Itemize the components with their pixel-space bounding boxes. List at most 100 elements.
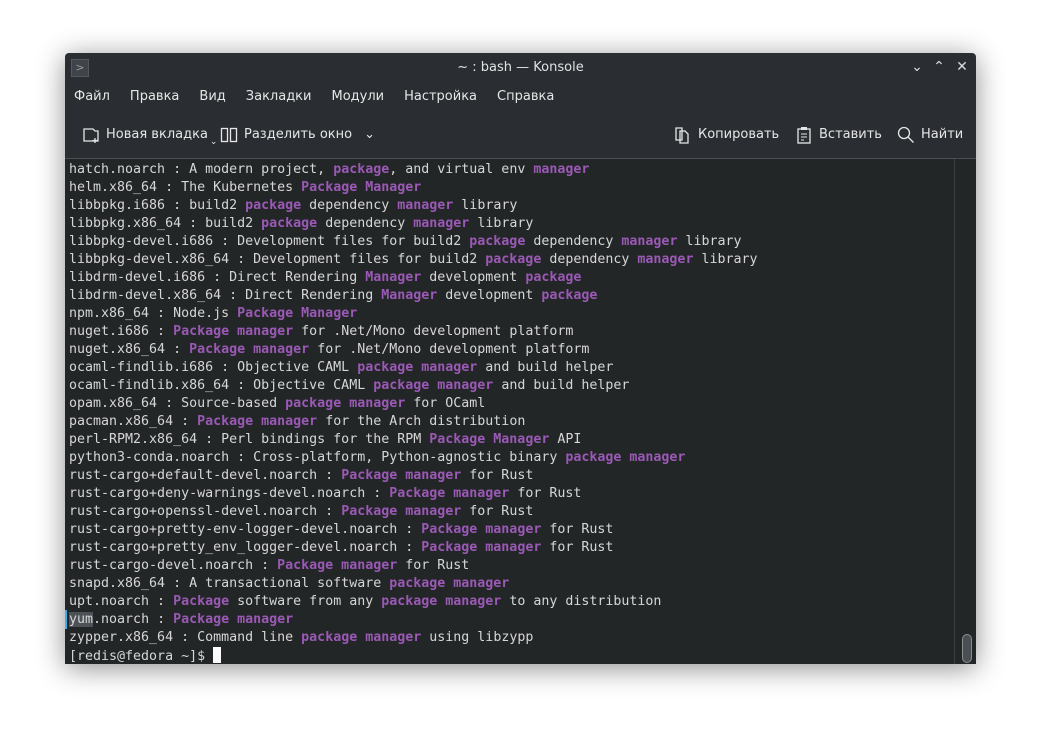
maximize-icon[interactable]: ⌃ [929,57,949,77]
search-match: Package manager [189,342,310,357]
output-text: for Rust [397,558,470,573]
terminal-line: rust-cargo+pretty_env_logger-devel.noarc… [69,539,758,557]
output-text: development [421,270,526,285]
split-view-button[interactable]: Разделить окно ⌄ [220,120,375,150]
paste-icon [797,127,811,144]
output-text: nuget.x86_64 : [69,342,190,357]
output-text: ocaml-findlib.i686 : Objective CAML [69,360,358,375]
copy-icon [675,127,689,144]
terminal-line: rust-cargo-devel.noarch : Package manage… [69,557,758,575]
output-text: software from any [229,594,382,609]
selected-text: yum [69,612,94,627]
prompt-line[interactable]: [redis@fedora ~]$ [69,647,758,664]
output-text: for Rust [509,486,582,501]
terminal-line: libbpkg.x86_64 : build2 package dependen… [69,215,758,233]
terminal-line: zypper.x86_64 : Command line package man… [69,629,758,647]
output-text: perl-RPM2.x86_64 : Perl bindings for the… [69,432,430,447]
paste-button[interactable]: Вставить [795,120,882,150]
search-match: Package manager [173,324,294,339]
search-match: package [541,288,598,303]
terminal-view[interactable]: hatch.noarch : A modern project, package… [65,158,976,664]
output-text: for the Arch distribution [317,414,526,429]
output-text: rust-cargo+openssl-devel.noarch : [69,504,342,519]
new-tab-dropdown-icon[interactable]: ⌄ [210,127,218,157]
split-view-icon [220,127,238,143]
find-button[interactable]: Найти [897,120,963,150]
output-text: libdrm-devel.i686 : Direct Rendering [69,270,366,285]
new-tab-icon [83,128,99,143]
search-match: manager [413,216,470,231]
output-text: for OCaml [405,396,486,411]
output-text: hatch.noarch : A modern project, [69,162,334,177]
scrollbar-thumb[interactable] [962,634,972,663]
search-match: Manager [365,270,422,285]
search-match: package [333,162,390,177]
output-text: zypper.x86_64 : Command line [69,630,302,645]
search-match: manager [533,162,590,177]
output-text: python3-conda.noarch : Cross-platform, P… [69,450,566,465]
output-text: opam.x86_64 : Source-based [69,396,286,411]
output-text: for Rust [541,522,614,537]
output-text: development [437,288,542,303]
output-text: dependency [301,198,398,213]
search-match: package manager [565,450,686,465]
output-text: npm.x86_64 : Node.js [69,306,238,321]
window-title: ~ : bash — Konsole [457,60,584,75]
output-text: library [469,216,534,231]
output-text: for Rust [541,540,614,555]
terminal-line: opam.x86_64 : Source-based package manag… [69,395,758,413]
output-text: .noarch : [93,612,174,627]
copy-button[interactable]: Копировать [674,120,779,150]
menu-edit[interactable]: Правка [120,82,189,112]
menu-bookmarks[interactable]: Закладки [236,82,322,112]
output-text: libbpkg.x86_64 : build2 [69,216,262,231]
output-text: and build helper [477,360,614,375]
minimize-icon[interactable]: ⌄ [907,57,927,77]
terminal-line: npm.x86_64 : Node.js Package Manager [69,305,758,323]
menu-file[interactable]: Файл [65,82,120,112]
output-text: helm.x86_64 : The Kubernetes [69,180,302,195]
search-match: manager [621,234,678,249]
terminal-line: libdrm-devel.x86_64 : Direct Rendering M… [69,287,758,305]
search-match: Package manager [341,504,462,519]
search-match: Package Manager [429,432,550,447]
menu-help[interactable]: Справка [487,82,564,112]
terminal-line: helm.x86_64 : The Kubernetes Package Man… [69,179,758,197]
konsole-window: > ~ : bash — Konsole ⌄ ⌃ ✕ Файл Правка В… [65,53,976,664]
split-dropdown-icon[interactable]: ⌄ [364,120,375,150]
new-tab-button[interactable]: Новая вкладка ⌄ [82,120,217,150]
terminal-line: upt.noarch : Package software from any p… [69,593,758,611]
output-text: and build helper [493,378,630,393]
toolbar: Новая вкладка ⌄ Разделить окно ⌄ Копиров… [65,112,976,158]
output-text: pacman.x86_64 : [69,414,198,429]
menu-plugins[interactable]: Модули [321,82,394,112]
search-icon [897,126,914,143]
terminal-line: libbpkg-devel.i686 : Development files f… [69,233,758,251]
text-cursor [213,647,222,663]
output-text: rust-cargo+pretty_env_logger-devel.noarc… [69,540,422,555]
terminal-line: nuget.x86_64 : Package manager for .Net/… [69,341,758,359]
search-match: package [469,234,526,249]
terminal-line: rust-cargo+openssl-devel.noarch : Packag… [69,503,758,521]
menu-settings[interactable]: Настройка [394,82,487,112]
terminal-line: rust-cargo+default-devel.noarch : Packag… [69,467,758,485]
output-text: dependency [541,252,638,267]
output-text: rust-cargo+deny-warnings-devel.noarch : [69,486,390,501]
output-text: rust-cargo+default-devel.noarch : [69,468,342,483]
scrollbar[interactable] [954,159,976,664]
output-text: for .Net/Mono development platform [293,324,574,339]
terminal-line: perl-RPM2.x86_64 : Perl bindings for the… [69,431,758,449]
terminal-app-icon[interactable]: > [71,59,89,77]
close-icon[interactable]: ✕ [952,57,972,77]
search-match: package manager [285,396,406,411]
menu-view[interactable]: Вид [189,82,235,112]
output-text: API [549,432,582,447]
terminal-line: ocaml-findlib.i686 : Objective CAML pack… [69,359,758,377]
search-match: Package manager [389,486,510,501]
menu-bar: Файл Правка Вид Закладки Модули Настройк… [65,82,564,112]
terminal-line: rust-cargo+deny-warnings-devel.noarch : … [69,485,758,503]
search-match: package [485,252,542,267]
line-marker [65,610,67,629]
terminal-line: libbpkg.i686 : build2 package dependency… [69,197,758,215]
search-match: package manager [301,630,422,645]
